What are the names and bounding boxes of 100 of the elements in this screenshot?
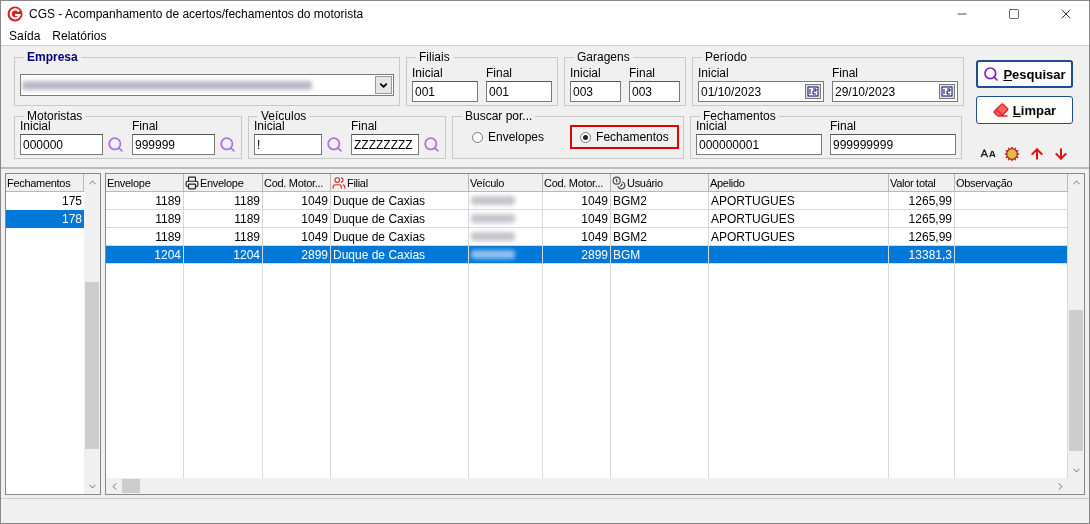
coins-icon	[612, 175, 626, 190]
input-field[interactable]: 001	[412, 81, 478, 102]
table-cell[interactable]	[955, 246, 1068, 264]
table-cell[interactable]: 13381,3	[889, 246, 955, 264]
menu-item[interactable]: Relatórios	[46, 27, 113, 45]
input-field[interactable]: ZZZZZZZZ	[351, 134, 419, 155]
search-icon[interactable]	[219, 136, 236, 153]
group-title: Garagens	[576, 50, 631, 64]
date-field[interactable]: 01/10/2023	[698, 81, 824, 102]
table-cell[interactable]: 1189	[184, 228, 263, 246]
column-header[interactable]: Envelope	[106, 174, 184, 192]
table-cell[interactable]: 1049	[543, 192, 611, 210]
blurred-text	[471, 250, 515, 259]
table-cell[interactable]: 178	[6, 210, 84, 228]
radio-option[interactable]: Envelopes	[462, 125, 555, 149]
table-cell[interactable]: Duque de Caxias	[331, 192, 469, 210]
column-header[interactable]: Cod. Motor...	[263, 174, 331, 192]
table-cell[interactable]	[709, 246, 889, 264]
scroll-thumb[interactable]	[85, 282, 99, 450]
input-field[interactable]: 000000	[20, 134, 103, 155]
table-cell[interactable]: 1189	[106, 192, 184, 210]
radio-label: Fechamentos	[596, 130, 669, 144]
table-cell[interactable]	[469, 246, 543, 264]
input-field[interactable]: 999999999	[830, 134, 956, 155]
calendar-icon[interactable]	[939, 84, 955, 99]
search-button[interactable]: Pesquisar	[976, 60, 1073, 88]
blurred-text	[471, 196, 515, 205]
table-cell[interactable]: 1049	[263, 210, 331, 228]
table-cell[interactable]: APORTUGUES	[709, 210, 889, 228]
radio-label: Envelopes	[488, 130, 545, 144]
group-title: Filiais	[418, 50, 451, 64]
table-cell[interactable]: APORTUGUES	[709, 192, 889, 210]
radio-button[interactable]	[580, 131, 592, 143]
field-label: Final	[351, 119, 377, 134]
calendar-icon[interactable]	[805, 84, 821, 99]
column-header: Fechamentos	[6, 174, 84, 192]
table-cell[interactable]: 1204	[184, 246, 263, 264]
table-cell[interactable]	[469, 228, 543, 246]
field-label: Final	[132, 119, 158, 134]
clear-button[interactable]: Limpar	[976, 96, 1073, 124]
table-cell[interactable]: 1265,99	[889, 192, 955, 210]
table-cell[interactable]: Duque de Caxias	[331, 210, 469, 228]
app-logo-icon	[7, 6, 23, 22]
table-cell[interactable]: BGM2	[611, 228, 709, 246]
search-icon[interactable]	[107, 136, 124, 153]
scrollbar[interactable]	[1068, 174, 1084, 478]
column-header[interactable]: Filial	[331, 174, 469, 192]
table-cell[interactable]: BGM2	[611, 192, 709, 210]
table-cell[interactable]	[955, 192, 1068, 210]
table-cell[interactable]	[469, 192, 543, 210]
table-cell[interactable]: BGM2	[611, 210, 709, 228]
table-cell[interactable]: 1049	[543, 228, 611, 246]
input-field[interactable]: 001	[486, 81, 552, 102]
field-label: Final	[832, 66, 858, 81]
table-cell[interactable]: 2899	[263, 246, 331, 264]
table-cell[interactable]: BGM	[611, 246, 709, 264]
group-title: Buscar por...	[464, 109, 534, 123]
column-header[interactable]: Observação	[955, 174, 1068, 192]
column-header[interactable]: Usuário	[611, 174, 709, 192]
table-cell[interactable]: 1189	[184, 210, 263, 228]
table-cell[interactable]: 1265,99	[889, 210, 955, 228]
table-cell[interactable]: 1265,99	[889, 228, 955, 246]
dropdown-button[interactable]	[375, 76, 392, 94]
search-icon[interactable]	[423, 136, 440, 153]
column-header[interactable]: Envelope	[184, 174, 263, 192]
table-cell[interactable]	[955, 210, 1068, 228]
menu-item[interactable]: Saída	[3, 27, 47, 45]
table-cell[interactable]: Duque de Caxias	[331, 228, 469, 246]
column-header[interactable]: Veículo	[469, 174, 543, 192]
company-dropdown[interactable]	[20, 74, 394, 96]
input-field[interactable]: 000000001	[696, 134, 822, 155]
table-cell[interactable]: 1204	[106, 246, 184, 264]
table-cell[interactable]: 1049	[263, 192, 331, 210]
radio-button[interactable]	[472, 131, 483, 143]
table-cell[interactable]: 1049	[543, 210, 611, 228]
table-cell[interactable]: 1189	[184, 192, 263, 210]
field-label: Inicial	[412, 66, 443, 81]
scrollbar[interactable]	[84, 174, 100, 494]
table-cell[interactable]: 2899	[543, 246, 611, 264]
search-icon[interactable]	[326, 136, 343, 153]
table-cell[interactable]: 1049	[263, 228, 331, 246]
input-field[interactable]: 999999	[132, 134, 215, 155]
column-header[interactable]: Cod. Motor...	[543, 174, 611, 192]
input-field[interactable]: 003	[570, 81, 621, 102]
field-label: Final	[486, 66, 512, 81]
highlight-frame[interactable]: Fechamentos	[570, 125, 679, 149]
table-cell[interactable]	[955, 228, 1068, 246]
table-cell[interactable]: 1189	[106, 210, 184, 228]
table-cell[interactable]	[469, 210, 543, 228]
scroll-thumb[interactable]	[122, 479, 140, 493]
input-field[interactable]: 003	[629, 81, 680, 102]
blurred-text	[471, 232, 515, 241]
table-cell[interactable]: Duque de Caxias	[331, 246, 469, 264]
table-cell[interactable]: APORTUGUES	[709, 228, 889, 246]
column-header[interactable]: Valor total	[889, 174, 955, 192]
table-cell[interactable]: 1189	[106, 228, 184, 246]
date-field[interactable]: 29/10/2023	[832, 81, 958, 102]
input-field[interactable]: !	[254, 134, 322, 155]
scroll-thumb[interactable]	[1069, 309, 1083, 452]
column-header[interactable]: Apelido	[709, 174, 889, 192]
